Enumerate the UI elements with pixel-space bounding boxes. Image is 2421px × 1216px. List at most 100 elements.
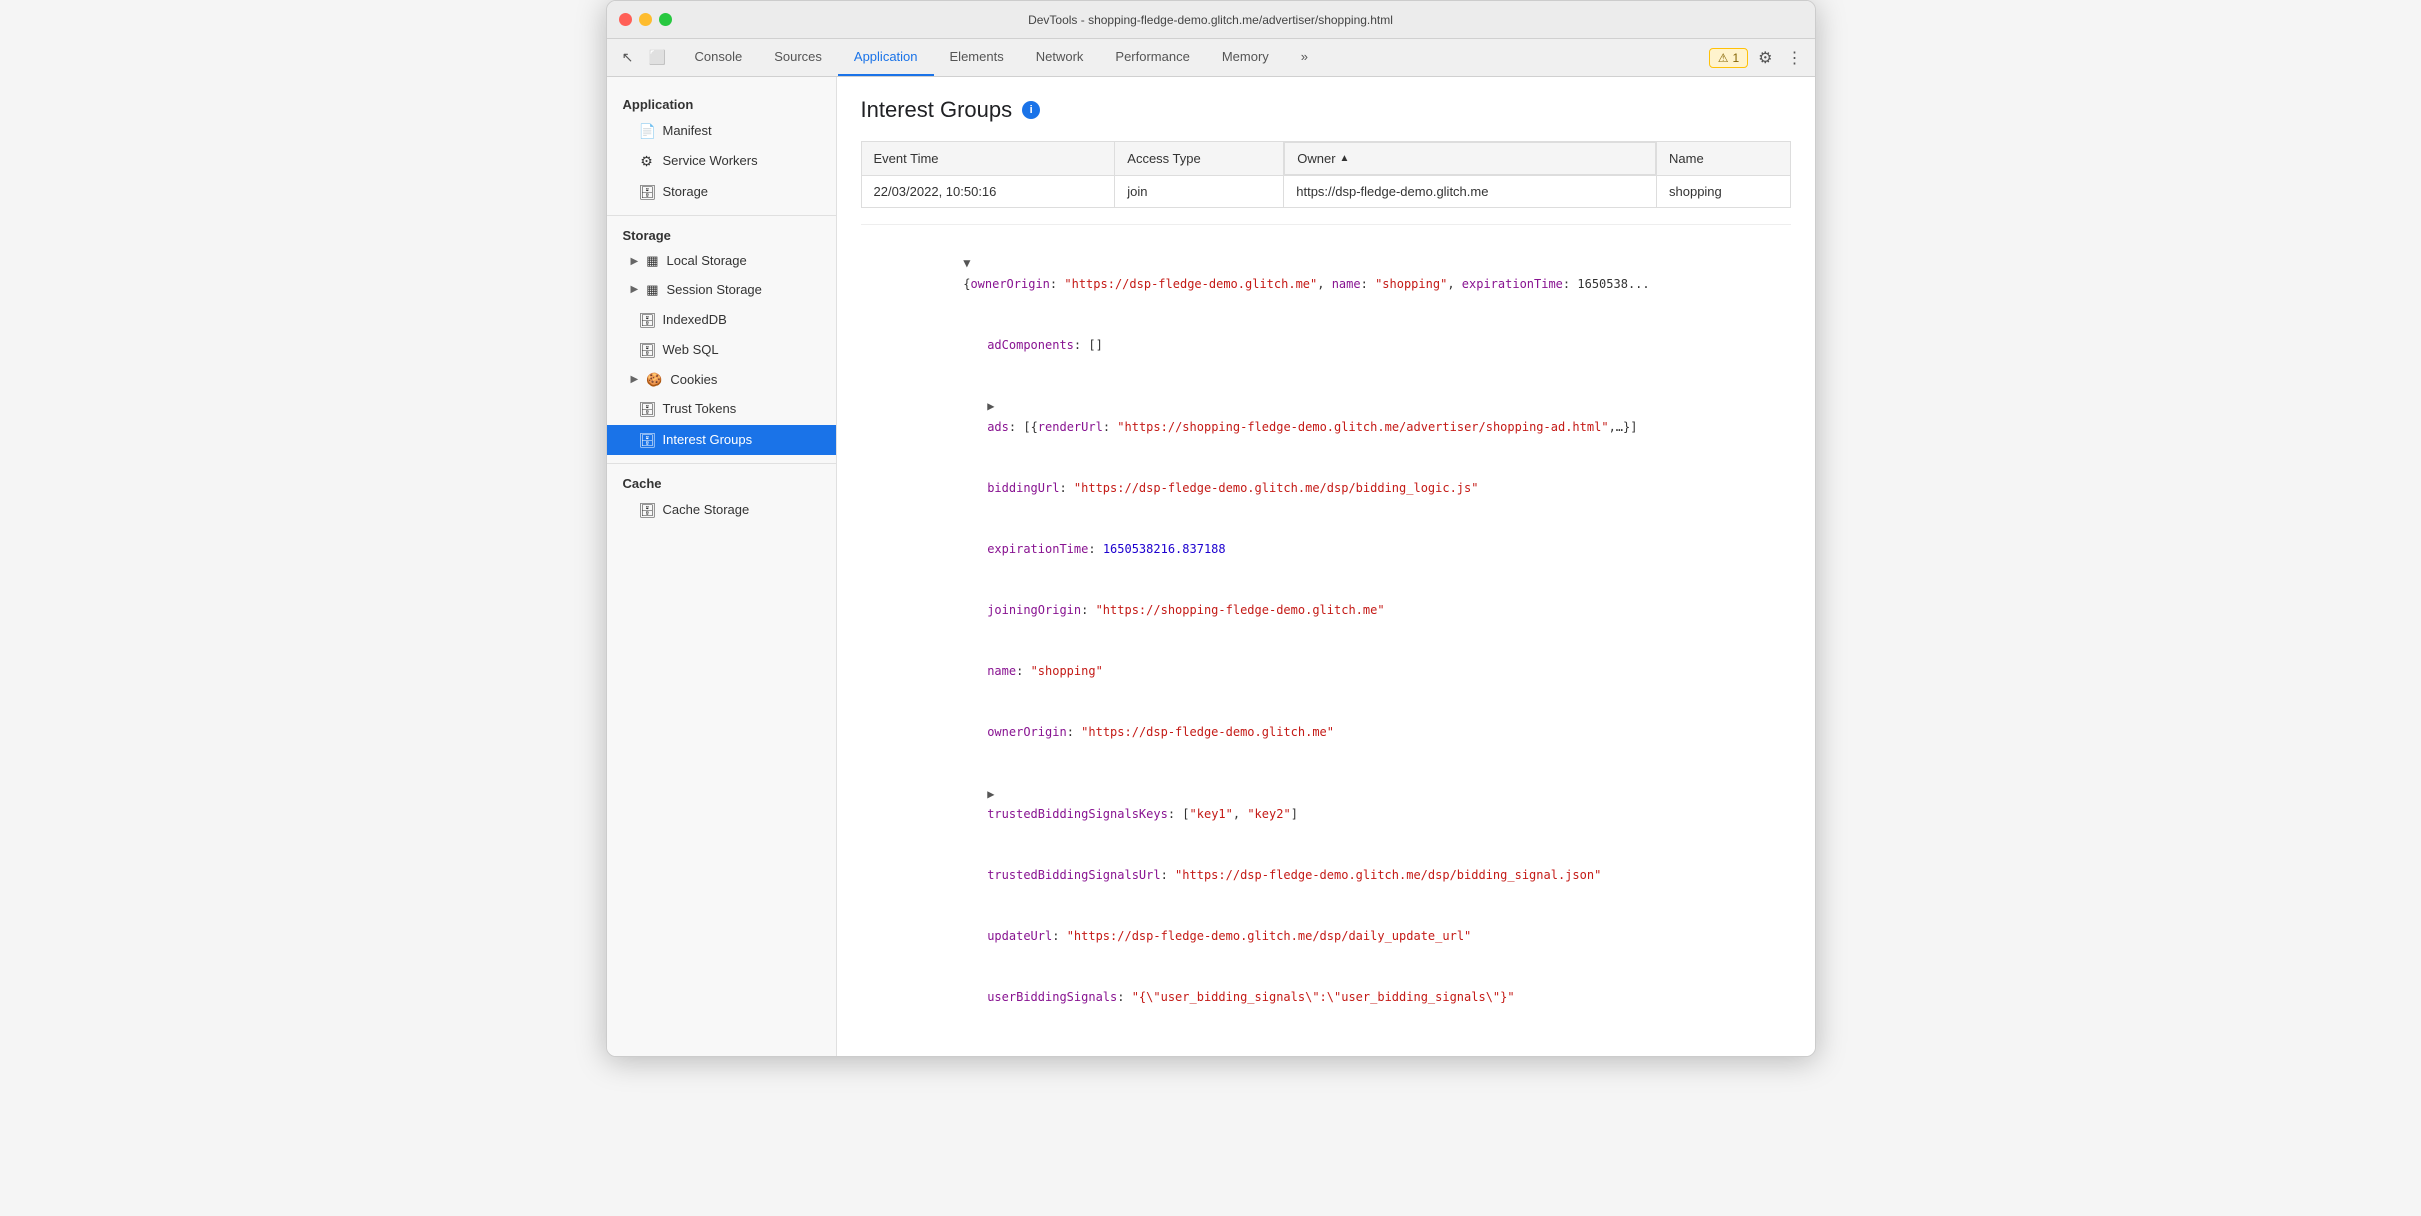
tab-sources[interactable]: Sources bbox=[758, 39, 838, 76]
col-event-time[interactable]: Event Time bbox=[861, 142, 1115, 176]
cell-event-time: 22/03/2022, 10:50:16 bbox=[861, 176, 1115, 208]
toolbar-right: ⚠ 1 ⚙ ⋮ bbox=[1709, 44, 1807, 72]
sidebar-item-web-sql[interactable]: 🗄 Web SQL bbox=[607, 335, 836, 365]
cookies-icon: 🍪 bbox=[646, 370, 662, 391]
table-row: 22/03/2022, 10:50:16 join https://dsp-fl… bbox=[861, 176, 1790, 208]
table-header: Event Time Access Type Owner ▲ Name bbox=[861, 142, 1790, 176]
warning-count: 1 bbox=[1732, 51, 1739, 65]
content-area: Interest Groups i Event Time Access Type… bbox=[837, 77, 1815, 1056]
tab-performance[interactable]: Performance bbox=[1099, 39, 1205, 76]
json-line-ownerorigin: ownerOrigin: "https://dsp-fledge-demo.gl… bbox=[861, 702, 1791, 763]
json-line-biddingurl: biddingUrl: "https://dsp-fledge-demo.gli… bbox=[861, 457, 1791, 518]
tab-network[interactable]: Network bbox=[1020, 39, 1100, 76]
json-root-line[interactable]: ▼ {ownerOrigin: "https://dsp-fledge-demo… bbox=[861, 233, 1791, 315]
table-header-row: Event Time Access Type Owner ▲ Name bbox=[861, 142, 1790, 176]
sidebar-item-storage-app[interactable]: 🗄 Storage bbox=[607, 177, 836, 207]
info-icon[interactable]: i bbox=[1022, 101, 1040, 119]
devtools-window: DevTools - shopping-fledge-demo.glitch.m… bbox=[606, 0, 1816, 1057]
minimize-button[interactable] bbox=[639, 13, 652, 26]
json-line-trustedbiddingurl: trustedBiddingSignalsUrl: "https://dsp-f… bbox=[861, 845, 1791, 906]
warning-badge[interactable]: ⚠ 1 bbox=[1709, 48, 1748, 68]
sidebar-item-interest-groups-label: Interest Groups bbox=[663, 430, 753, 451]
sidebar-item-manifest-label: Manifest bbox=[663, 121, 712, 142]
json-line-userbiddingsignals: userBiddingSignals: "{\"user_bidding_sig… bbox=[861, 967, 1791, 1028]
tab-memory[interactable]: Memory bbox=[1206, 39, 1285, 76]
tab-elements[interactable]: Elements bbox=[934, 39, 1020, 76]
sidebar-item-cache-storage[interactable]: 🗄 Cache Storage bbox=[607, 495, 836, 525]
window-title: DevTools - shopping-fledge-demo.glitch.m… bbox=[1028, 13, 1393, 27]
indexeddb-icon: 🗄 bbox=[639, 309, 655, 331]
sidebar-item-session-storage[interactable]: ▶ ▦ Session Storage bbox=[607, 276, 836, 305]
sidebar-item-cache-storage-label: Cache Storage bbox=[663, 500, 750, 521]
sidebar-item-cookies-label: Cookies bbox=[670, 370, 717, 391]
sidebar-item-indexeddb-label: IndexedDB bbox=[663, 310, 727, 331]
manifest-icon: 📄 bbox=[639, 120, 655, 142]
sidebar-item-trust-tokens-label: Trust Tokens bbox=[663, 399, 737, 420]
window-controls bbox=[619, 13, 672, 26]
tab-application[interactable]: Application bbox=[838, 39, 934, 76]
main-layout: Application 📄 Manifest ⚙ Service Workers… bbox=[607, 77, 1815, 1056]
json-ads-toggle[interactable]: ▶ bbox=[987, 399, 994, 413]
json-viewer: ▼ {ownerOrigin: "https://dsp-fledge-demo… bbox=[861, 224, 1791, 1036]
page-title: Interest Groups bbox=[861, 97, 1013, 123]
session-storage-chevron: ▶ bbox=[631, 282, 639, 298]
sidebar-item-interest-groups[interactable]: 🗄 Interest Groups bbox=[607, 425, 836, 455]
warning-icon: ⚠ bbox=[1718, 51, 1729, 65]
tab-more[interactable]: » bbox=[1285, 39, 1324, 76]
json-line-joiningorigin: joiningOrigin: "https://shopping-fledge-… bbox=[861, 580, 1791, 641]
sidebar-section-storage: Storage bbox=[607, 224, 836, 247]
tab-bar: Console Sources Application Elements Net… bbox=[679, 39, 1709, 76]
json-line-name: name: "shopping" bbox=[861, 641, 1791, 702]
cell-owner: https://dsp-fledge-demo.glitch.me bbox=[1284, 176, 1657, 208]
toolbar: ↖ ⬜ Console Sources Application Elements… bbox=[607, 39, 1815, 77]
json-root-toggle[interactable]: ▼ bbox=[963, 256, 970, 270]
sidebar-item-indexeddb[interactable]: 🗄 IndexedDB bbox=[607, 305, 836, 335]
json-line-ads[interactable]: ▶ ads: [{renderUrl: "https://shopping-fl… bbox=[861, 376, 1791, 458]
service-workers-icon: ⚙ bbox=[639, 150, 655, 172]
sidebar-item-trust-tokens[interactable]: 🗄 Trust Tokens bbox=[607, 394, 836, 424]
web-sql-icon: 🗄 bbox=[639, 339, 655, 361]
sidebar-item-cookies[interactable]: ▶ 🍪 Cookies bbox=[607, 366, 836, 395]
col-owner[interactable]: Owner ▲ bbox=[1284, 142, 1656, 175]
local-storage-icon: ▦ bbox=[646, 251, 658, 272]
device-icon-button[interactable]: ⬜ bbox=[645, 45, 671, 71]
maximize-button[interactable] bbox=[659, 13, 672, 26]
sidebar: Application 📄 Manifest ⚙ Service Workers… bbox=[607, 77, 837, 1056]
trust-tokens-icon: 🗄 bbox=[639, 398, 655, 420]
sidebar-item-manifest[interactable]: 📄 Manifest bbox=[607, 116, 836, 146]
cursor-icon-button[interactable]: ↖ bbox=[615, 45, 641, 71]
sidebar-item-storage-app-label: Storage bbox=[663, 182, 709, 203]
sidebar-item-local-storage[interactable]: ▶ ▦ Local Storage bbox=[607, 247, 836, 276]
content-inner: Interest Groups i Event Time Access Type… bbox=[837, 77, 1815, 1056]
sidebar-item-service-workers[interactable]: ⚙ Service Workers bbox=[607, 146, 836, 176]
sidebar-section-application: Application bbox=[607, 93, 836, 116]
cell-access-type: join bbox=[1115, 176, 1284, 208]
cache-storage-icon: 🗄 bbox=[639, 499, 655, 521]
settings-button[interactable]: ⚙ bbox=[1754, 44, 1776, 72]
cell-name: shopping bbox=[1657, 176, 1791, 208]
json-line-expirationtime: expirationTime: 1650538216.837188 bbox=[861, 518, 1791, 579]
more-button[interactable]: ⋮ bbox=[1783, 44, 1807, 72]
sidebar-divider-1 bbox=[607, 215, 836, 216]
json-line-updateurl: updateUrl: "https://dsp-fledge-demo.glit… bbox=[861, 906, 1791, 967]
sidebar-item-web-sql-label: Web SQL bbox=[663, 340, 719, 361]
close-button[interactable] bbox=[619, 13, 632, 26]
toolbar-icons: ↖ ⬜ bbox=[615, 45, 671, 71]
sidebar-section-cache: Cache bbox=[607, 472, 836, 495]
cookies-chevron: ▶ bbox=[631, 372, 639, 388]
json-line-trustedbiddingkeys[interactable]: ▶ trustedBiddingSignalsKeys: ["key1", "k… bbox=[861, 763, 1791, 845]
interest-groups-table: Event Time Access Type Owner ▲ Name 22/0… bbox=[861, 141, 1791, 208]
local-storage-chevron: ▶ bbox=[631, 254, 639, 270]
sidebar-item-service-workers-label: Service Workers bbox=[663, 151, 758, 172]
sidebar-item-session-storage-label: Session Storage bbox=[667, 280, 762, 301]
json-trustedbidding-toggle[interactable]: ▶ bbox=[987, 787, 994, 801]
col-access-type[interactable]: Access Type bbox=[1115, 142, 1284, 176]
titlebar: DevTools - shopping-fledge-demo.glitch.m… bbox=[607, 1, 1815, 39]
table-body: 22/03/2022, 10:50:16 join https://dsp-fl… bbox=[861, 176, 1790, 208]
col-name[interactable]: Name bbox=[1657, 142, 1791, 176]
sort-arrow: ▲ bbox=[1340, 153, 1350, 164]
tab-console[interactable]: Console bbox=[679, 39, 759, 76]
sidebar-item-local-storage-label: Local Storage bbox=[667, 251, 747, 272]
interest-groups-icon: 🗄 bbox=[639, 429, 655, 451]
session-storage-icon: ▦ bbox=[646, 280, 658, 301]
